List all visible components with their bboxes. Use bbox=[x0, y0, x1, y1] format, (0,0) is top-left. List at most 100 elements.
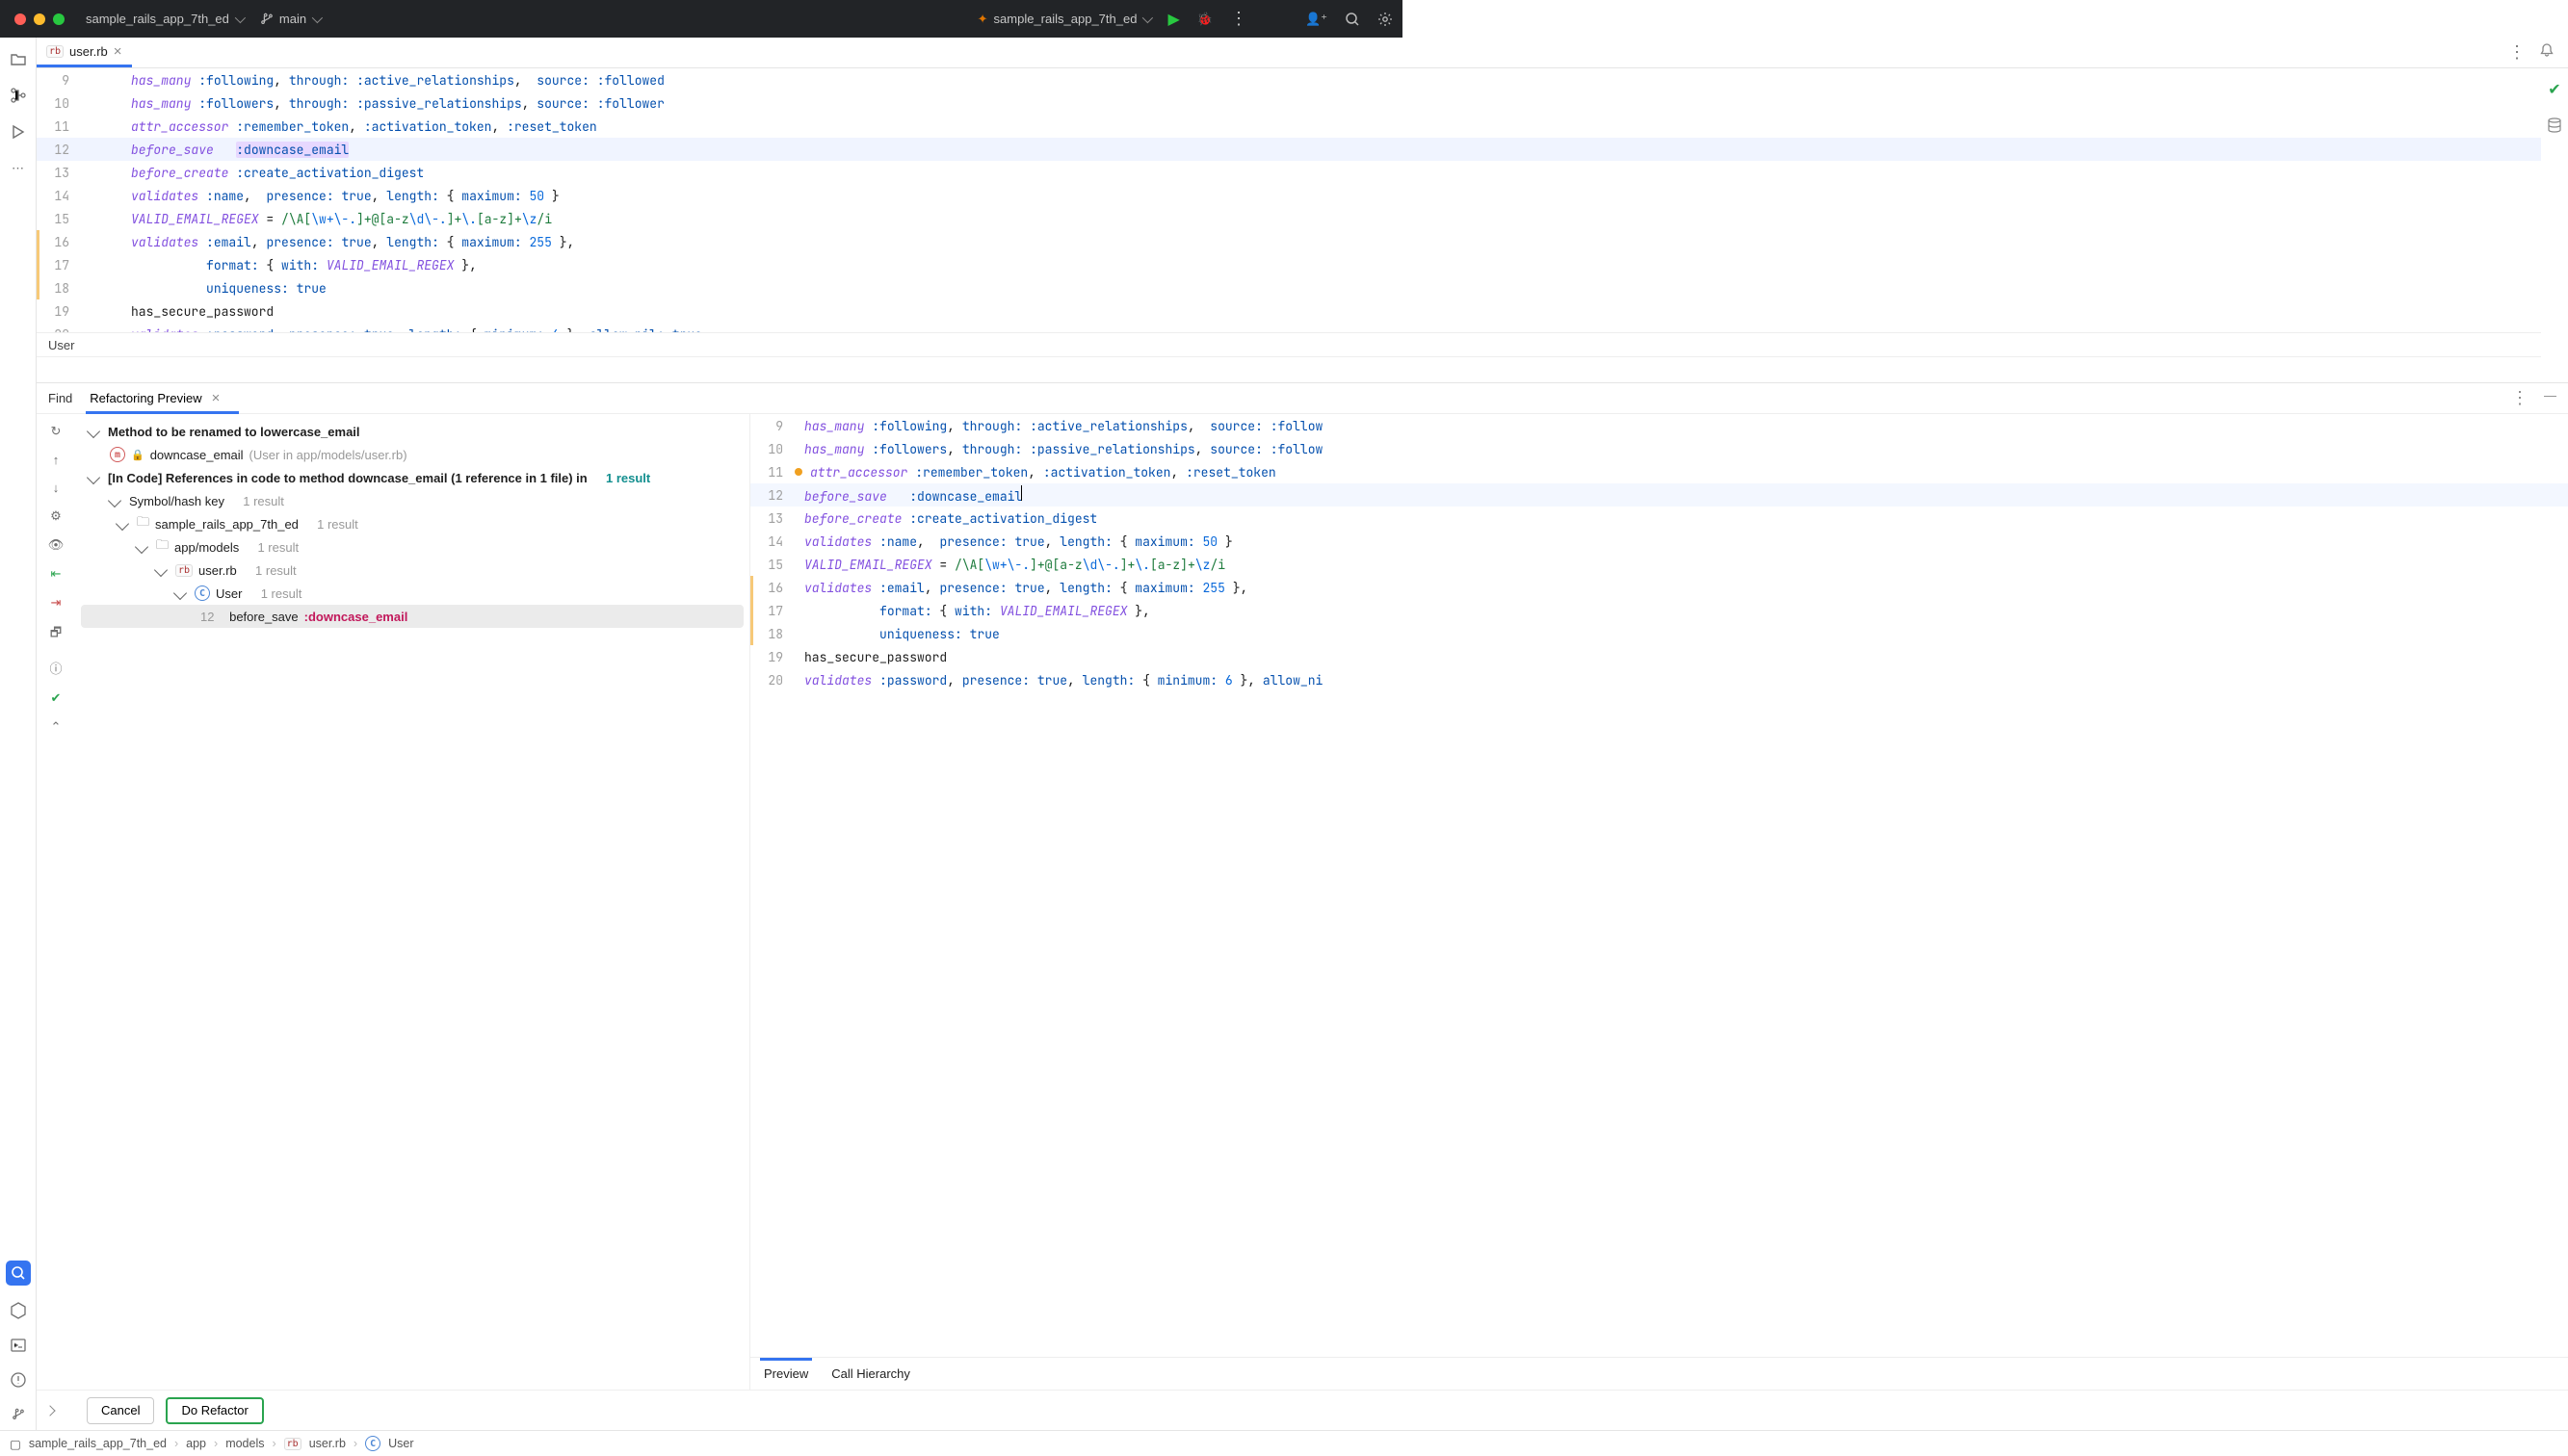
search-icon[interactable] bbox=[1345, 12, 1360, 27]
cancel-button[interactable]: Cancel bbox=[87, 1397, 154, 1424]
code-line[interactable]: 17 format: { with: VALID_EMAIL_REGEX }, bbox=[37, 253, 2541, 276]
tree-dir-node[interactable]: 🗀 app/models 1 result bbox=[75, 535, 749, 559]
branch-selector[interactable]: main bbox=[260, 12, 320, 26]
code-line[interactable]: 14validates :name, presence: true, lengt… bbox=[37, 184, 2541, 207]
collapse-up-icon[interactable]: ⌃ bbox=[51, 719, 62, 735]
chevron-down-icon bbox=[173, 586, 187, 600]
code-line[interactable]: 10has_many :followers, through: :passive… bbox=[750, 437, 2568, 460]
chevron-right-icon[interactable] bbox=[44, 1405, 55, 1416]
next-occurrence-icon[interactable]: ↓ bbox=[53, 481, 60, 495]
code-line[interactable]: 18 uniqueness: true bbox=[750, 622, 2568, 645]
code-line[interactable]: 15VALID_EMAIL_REGEX = /\A[\w+\-.]+@[a-z\… bbox=[750, 553, 2568, 576]
tree-method-node[interactable]: m 🔒 downcase_email (User in app/models/u… bbox=[75, 443, 749, 466]
code-line[interactable]: 12before_save :downcase_email bbox=[750, 483, 2568, 507]
tab-options-icon[interactable]: ⋮ bbox=[2508, 42, 2526, 63]
nav-square-icon[interactable]: ▢ bbox=[10, 1437, 21, 1451]
tree-symbol-node[interactable]: Symbol/hash key 1 result bbox=[75, 489, 749, 512]
run-config-selector[interactable]: ✦ sample_rails_app_7th_ed bbox=[978, 12, 1151, 27]
inspections-ok-icon[interactable]: ✔ bbox=[2548, 80, 2560, 99]
close-tab-icon[interactable]: × bbox=[114, 43, 122, 60]
folder-icon: 🗀 bbox=[137, 513, 149, 534]
breadcrumb-item[interactable]: app bbox=[186, 1437, 206, 1450]
expand-icon[interactable]: ⇤ bbox=[51, 566, 62, 582]
preview-toggle-icon[interactable]: 👁 bbox=[48, 537, 65, 553]
code-line[interactable]: 16validates :email, presence: true, leng… bbox=[37, 230, 2541, 253]
ok-icon[interactable]: ✔ bbox=[51, 690, 62, 706]
notifications-icon[interactable] bbox=[2539, 42, 2555, 58]
find-tab[interactable]: Find bbox=[48, 383, 72, 413]
code-line[interactable]: 17 format: { with: VALID_EMAIL_REGEX }, bbox=[750, 599, 2568, 622]
breadcrumb-item[interactable]: models bbox=[225, 1437, 264, 1450]
info-icon[interactable]: ⓘ bbox=[49, 659, 62, 677]
code-line[interactable]: 18 uniqueness: true bbox=[37, 276, 2541, 299]
maximize-window-button[interactable] bbox=[53, 13, 65, 25]
terminal-tool-icon[interactable] bbox=[9, 1336, 28, 1355]
editor-breadcrumb[interactable]: User bbox=[37, 332, 2541, 357]
code-line[interactable]: 10has_many :followers, through: :passive… bbox=[37, 91, 2541, 115]
folder-icon: 🗀 bbox=[156, 536, 169, 558]
run-icon[interactable]: ▶ bbox=[1167, 10, 1179, 29]
breadcrumb-item[interactable]: User bbox=[388, 1437, 413, 1450]
code-line[interactable]: 11attr_accessor :remember_token, :activa… bbox=[37, 115, 2541, 138]
debug-icon[interactable]: 🐞 bbox=[1197, 12, 1213, 27]
collaborate-icon[interactable]: 👤⁺ bbox=[1305, 12, 1327, 27]
tree-root[interactable]: Method to be renamed to lowercase_email bbox=[75, 420, 749, 443]
vcs-tool-icon[interactable] bbox=[9, 1405, 28, 1424]
code-line[interactable]: 11attr_accessor :remember_token, :activa… bbox=[750, 460, 2568, 483]
code-line[interactable]: 14validates :name, presence: true, lengt… bbox=[750, 530, 2568, 553]
tree-usage-node[interactable]: 12 before_save :downcase_email bbox=[81, 605, 744, 628]
code-line[interactable]: 9has_many :following, through: :active_r… bbox=[750, 414, 2568, 437]
more-tools-icon[interactable]: ⋯ bbox=[9, 159, 28, 178]
refactoring-tree[interactable]: Method to be renamed to lowercase_email … bbox=[75, 414, 749, 1390]
code-line[interactable]: 20validates :password, presence: true, l… bbox=[750, 668, 2568, 691]
services-tool-icon[interactable] bbox=[9, 1301, 28, 1320]
close-window-button[interactable] bbox=[14, 13, 26, 25]
editor-tab[interactable]: rb user.rb × bbox=[37, 38, 132, 67]
code-line[interactable]: 19has_secure_password bbox=[37, 299, 2541, 323]
refactoring-panel: Find Refactoring Preview× ⋮ — ↻ ↑ ↓ ⚙ 👁 … bbox=[37, 382, 2568, 1430]
gear-icon[interactable] bbox=[1377, 12, 1393, 27]
breadcrumb-item[interactable]: user.rb bbox=[309, 1437, 346, 1450]
tree-file-node[interactable]: rb user.rb 1 result bbox=[75, 559, 749, 582]
tree-references-node[interactable]: [In Code] References in code to method d… bbox=[75, 466, 749, 489]
collapse-icon[interactable]: ⇥ bbox=[51, 595, 62, 611]
code-line[interactable]: 15VALID_EMAIL_REGEX = /\A[\w+\-.]+@[a-z\… bbox=[37, 207, 2541, 230]
code-line[interactable]: 9has_many :following, through: :active_r… bbox=[37, 68, 2541, 91]
hide-panel-icon[interactable]: — bbox=[2544, 388, 2556, 408]
tree-project-node[interactable]: 🗀 sample_rails_app_7th_ed 1 result bbox=[75, 512, 749, 535]
more-icon[interactable]: ⋮ bbox=[1230, 9, 1247, 29]
tree-class-node[interactable]: C User 1 result bbox=[75, 582, 749, 605]
code-line[interactable]: 20validates :password, presence: true, l… bbox=[37, 323, 2541, 332]
problems-tool-icon[interactable] bbox=[9, 1370, 28, 1390]
code-line[interactable]: 16validates :email, presence: true, leng… bbox=[750, 576, 2568, 599]
refactoring-preview-tab[interactable]: Refactoring Preview× bbox=[90, 383, 220, 413]
project-tool-icon[interactable] bbox=[9, 49, 28, 68]
preview-tab[interactable]: Preview bbox=[764, 1366, 808, 1381]
close-tab-icon[interactable]: × bbox=[212, 390, 221, 406]
method-icon: m bbox=[110, 447, 125, 462]
database-tool-icon[interactable] bbox=[2545, 117, 2564, 136]
minimize-window-button[interactable] bbox=[34, 13, 45, 25]
navigation-bar[interactable]: ▢ sample_rails_app_7th_ed › app › models… bbox=[0, 1430, 2568, 1456]
chevron-down-icon bbox=[154, 563, 168, 577]
editor[interactable]: 9has_many :following, through: :active_r… bbox=[37, 68, 2541, 357]
code-line[interactable]: 13before_create :create_activation_diges… bbox=[750, 507, 2568, 530]
left-tool-stripe: ⋯ bbox=[0, 38, 37, 1430]
panel-options-icon[interactable]: ⋮ bbox=[2511, 388, 2529, 408]
breadcrumb-item[interactable]: sample_rails_app_7th_ed bbox=[29, 1437, 167, 1450]
code-line[interactable]: 12before_save :downcase_email bbox=[37, 138, 2541, 161]
open-in-tab-icon[interactable]: 🗗 bbox=[50, 624, 62, 645]
call-hierarchy-tab[interactable]: Call Hierarchy bbox=[831, 1366, 910, 1381]
find-tool-icon[interactable] bbox=[6, 1261, 31, 1286]
prev-occurrence-icon[interactable]: ↑ bbox=[53, 453, 60, 467]
code-line[interactable]: 19has_secure_password bbox=[750, 645, 2568, 668]
do-refactor-button[interactable]: Do Refactor bbox=[166, 1397, 263, 1424]
chevron-down-icon bbox=[87, 425, 100, 438]
run-tool-icon[interactable] bbox=[9, 122, 28, 142]
preview-editor[interactable]: 9has_many :following, through: :active_r… bbox=[750, 414, 2568, 1357]
refresh-icon[interactable]: ↻ bbox=[51, 424, 62, 439]
project-selector[interactable]: sample_rails_app_7th_ed bbox=[86, 12, 243, 26]
code-line[interactable]: 13before_create :create_activation_diges… bbox=[37, 161, 2541, 184]
structure-tool-icon[interactable] bbox=[9, 86, 28, 105]
settings-icon[interactable]: ⚙ bbox=[50, 508, 62, 524]
